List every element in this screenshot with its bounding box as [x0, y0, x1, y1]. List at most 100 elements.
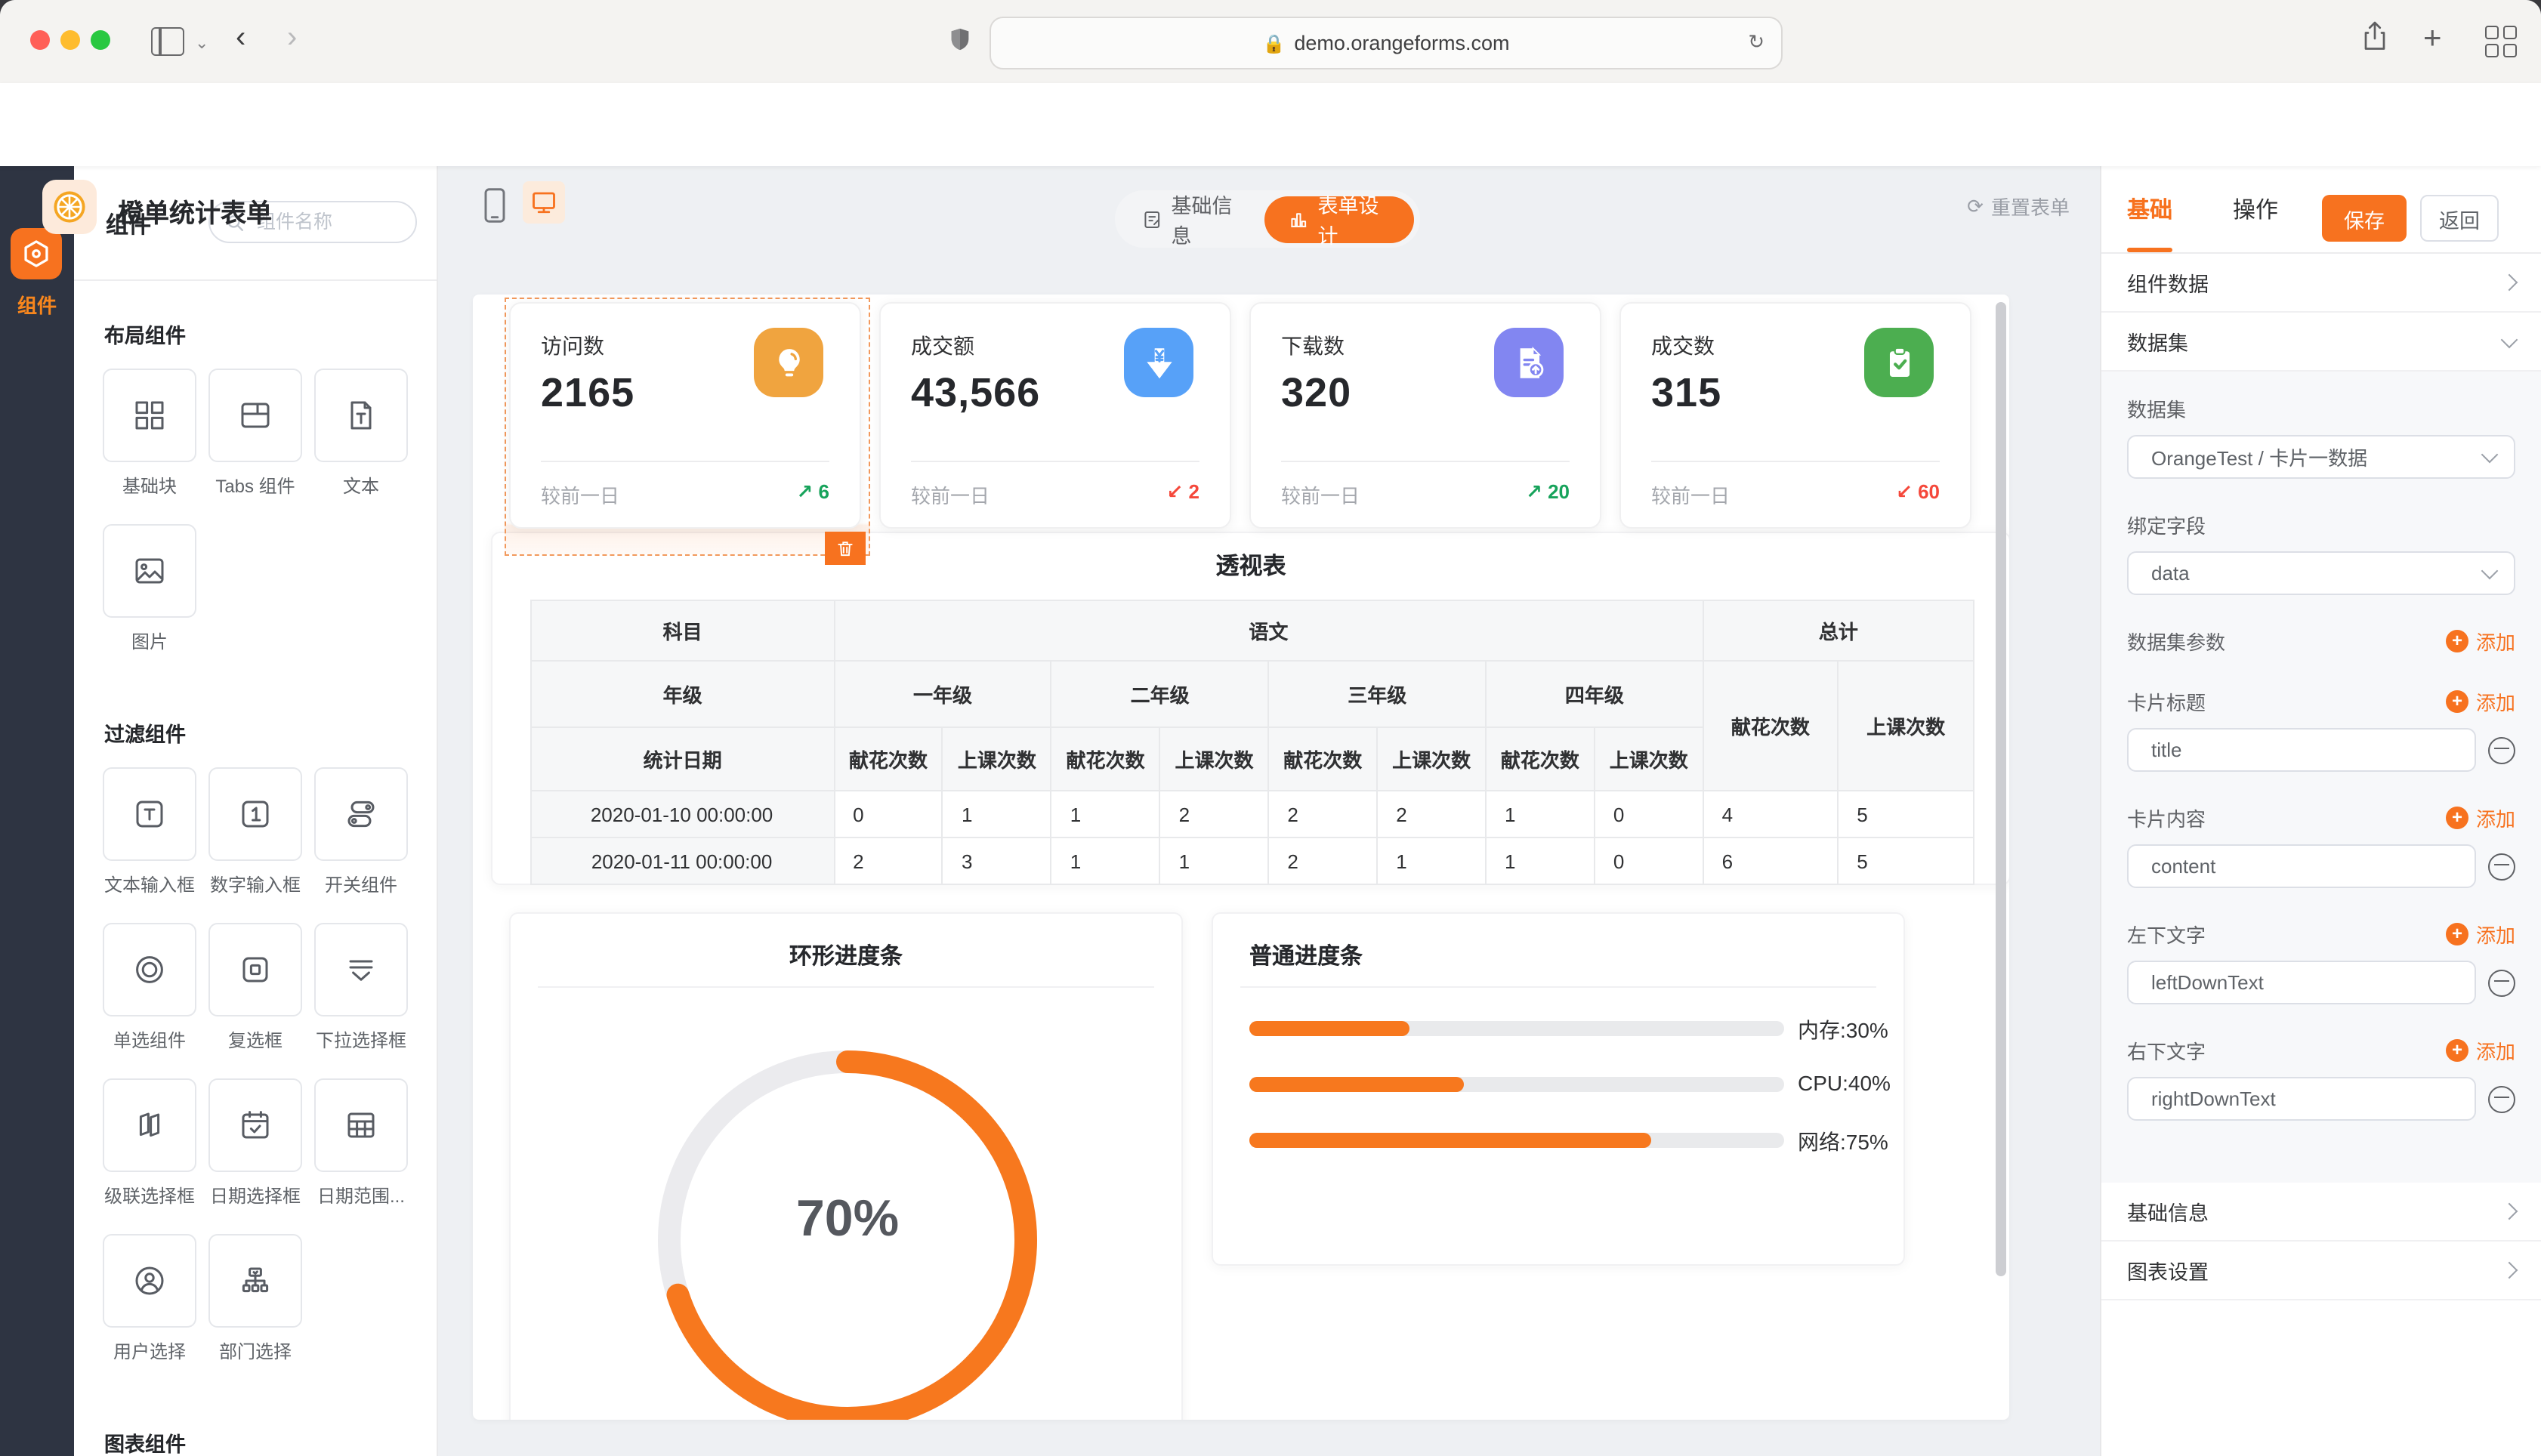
reload-icon[interactable]: ↻ [1748, 30, 1764, 54]
remove-field-button[interactable] [2488, 853, 2515, 880]
component-item[interactable]: 文本 [314, 369, 408, 524]
component-search-field[interactable] [254, 210, 396, 234]
remove-field-button[interactable] [2488, 736, 2515, 763]
canvas-scrollbar[interactable] [1996, 302, 2006, 1276]
add-button[interactable]: +添加 [2446, 687, 2515, 716]
remove-field-button[interactable] [2488, 969, 2515, 996]
field-label: 数据集参数 [2127, 627, 2225, 656]
component-item[interactable]: Tabs 组件 [208, 369, 302, 524]
add-button[interactable]: +添加 [2446, 920, 2515, 949]
inspector-row[interactable]: 图表设置 [2101, 1242, 2541, 1300]
select-icon[interactable] [314, 923, 408, 1016]
components-rail-button[interactable] [11, 228, 62, 279]
field-value-input[interactable]: leftDownText [2127, 961, 2476, 1004]
divider [1240, 986, 1876, 988]
remove-field-button[interactable] [2488, 1085, 2515, 1112]
view-switcher: 基础信息 表单设计 [1115, 190, 1420, 248]
component-item[interactable]: 数字输入框 [208, 767, 302, 923]
tab-form-design[interactable]: 表单设计 [1264, 196, 1414, 242]
component-item[interactable]: 开关组件 [314, 767, 408, 923]
close-window-button[interactable] [30, 30, 50, 50]
add-button[interactable]: +添加 [2446, 1036, 2515, 1065]
stat-card[interactable]: 成交额 43,566 较前一日 ↙ 2 [879, 302, 1231, 529]
chevron-down-icon[interactable]: ⌄ [195, 33, 208, 53]
progress-fill [1249, 1021, 1409, 1036]
stat-card-value: 2165 [541, 370, 634, 417]
inspector-row[interactable]: 基础信息 [2101, 1183, 2541, 1242]
blocks-icon[interactable] [103, 369, 196, 462]
stat-card[interactable]: 访问数 2165 较前一日 ↗ 6 [509, 302, 861, 529]
component-item[interactable]: 级联选择框 [103, 1078, 196, 1234]
privacy-shield-icon[interactable] [947, 24, 973, 54]
component-item[interactable]: 基础块 [103, 369, 196, 524]
desktop-preview-icon[interactable] [523, 181, 565, 224]
new-tab-icon[interactable]: + [2423, 21, 2442, 57]
add-button[interactable]: +添加 [2446, 627, 2515, 656]
field-value-input[interactable]: rightDownText [2127, 1077, 2476, 1121]
add-button[interactable]: +添加 [2446, 804, 2515, 832]
progress-bars-card[interactable]: 普通进度条 内存:30% CPU:40% [1212, 912, 1905, 1266]
user-icon[interactable] [103, 1234, 196, 1328]
component-item[interactable]: 用户选择 [103, 1234, 196, 1390]
forward-button[interactable]: › [287, 21, 297, 56]
component-item[interactable]: 部门选择 [208, 1234, 302, 1390]
clipboard-check-icon [1864, 328, 1934, 397]
text-doc-icon[interactable] [314, 369, 408, 462]
inspector-row[interactable]: 组件数据 [2101, 254, 2541, 313]
tabs-icon[interactable] [208, 369, 302, 462]
window-controls[interactable] [30, 30, 110, 50]
inspector-tab-基础[interactable]: 基础 [2127, 166, 2172, 252]
dept-icon[interactable] [208, 1234, 302, 1328]
component-item[interactable]: 复选框 [208, 923, 302, 1078]
switch-icon[interactable] [314, 767, 408, 861]
component-item[interactable]: 日期范围... [314, 1078, 408, 1234]
image-icon[interactable] [103, 524, 196, 618]
sidebar-toggle-icon[interactable] [151, 27, 184, 56]
text-input-icon[interactable] [103, 767, 196, 861]
delete-component-button[interactable] [825, 532, 866, 565]
doc-edit-icon [1142, 208, 1162, 230]
stat-card[interactable]: 下载数 320 较前一日 ↗ 20 [1249, 302, 1601, 529]
select-input[interactable]: OrangeTest / 卡片一数据 [2127, 435, 2515, 479]
reset-form-button[interactable]: ⟳ 重置表单 [1967, 192, 2070, 221]
component-item[interactable]: 单选组件 [103, 923, 196, 1078]
return-button[interactable]: 返回 [2420, 195, 2499, 242]
inspector-row-label: 组件数据 [2127, 267, 2209, 298]
address-bar[interactable]: 🔒 demo.orangeforms.com ↻ [990, 17, 1783, 69]
back-button[interactable]: ‹ [236, 21, 245, 56]
tab-basic-info[interactable]: 基础信息 [1115, 189, 1264, 249]
stat-card-title: 成交数 [1651, 331, 1715, 361]
share-icon[interactable] [2361, 20, 2388, 53]
checkbox-icon[interactable] [208, 923, 302, 1016]
minimize-window-button[interactable] [60, 30, 80, 50]
component-item-label: 文本输入框 [95, 871, 204, 923]
component-item[interactable]: 文本输入框 [103, 767, 196, 923]
tab-overview-icon[interactable] [2485, 26, 2517, 57]
inspector-row[interactable]: 数据集 [2101, 313, 2541, 372]
progress-bar-row: 网络:75% [1249, 1133, 1872, 1148]
date-range-icon[interactable] [314, 1078, 408, 1172]
phone-preview-icon[interactable] [483, 187, 506, 224]
lock-icon: 🔒 [1262, 32, 1285, 54]
save-button[interactable]: 保存 [2322, 195, 2407, 242]
left-rail: 组件 [0, 166, 74, 1456]
component-item[interactable]: 日期选择框 [208, 1078, 302, 1234]
component-item-label: 部门选择 [201, 1338, 310, 1390]
date-icon[interactable] [208, 1078, 302, 1172]
select-input[interactable]: data [2127, 551, 2515, 595]
cascade-icon[interactable] [103, 1078, 196, 1172]
pivot-table-card[interactable]: 透视表 科目语文总计年级一年级二年级三年级四年级献花次数上课次数统计日期献花次数… [491, 532, 2009, 885]
field-label: 卡片标题 [2127, 687, 2206, 716]
component-item[interactable]: 图片 [103, 524, 196, 680]
app-logo [42, 180, 97, 234]
field-value-input[interactable]: content [2127, 844, 2476, 888]
ring-progress-card[interactable]: 环形进度条 70% [509, 912, 1183, 1420]
number-input-icon[interactable] [208, 767, 302, 861]
radio-icon[interactable] [103, 923, 196, 1016]
inspector-tab-操作[interactable]: 操作 [2233, 166, 2278, 252]
zoom-window-button[interactable] [91, 30, 110, 50]
field-value-input[interactable]: title [2127, 728, 2476, 772]
rail-label[interactable]: 组件 [0, 290, 74, 319]
component-item[interactable]: 下拉选择框 [314, 923, 408, 1078]
stat-card[interactable]: 成交数 315 较前一日 ↙ 60 [1619, 302, 1971, 529]
